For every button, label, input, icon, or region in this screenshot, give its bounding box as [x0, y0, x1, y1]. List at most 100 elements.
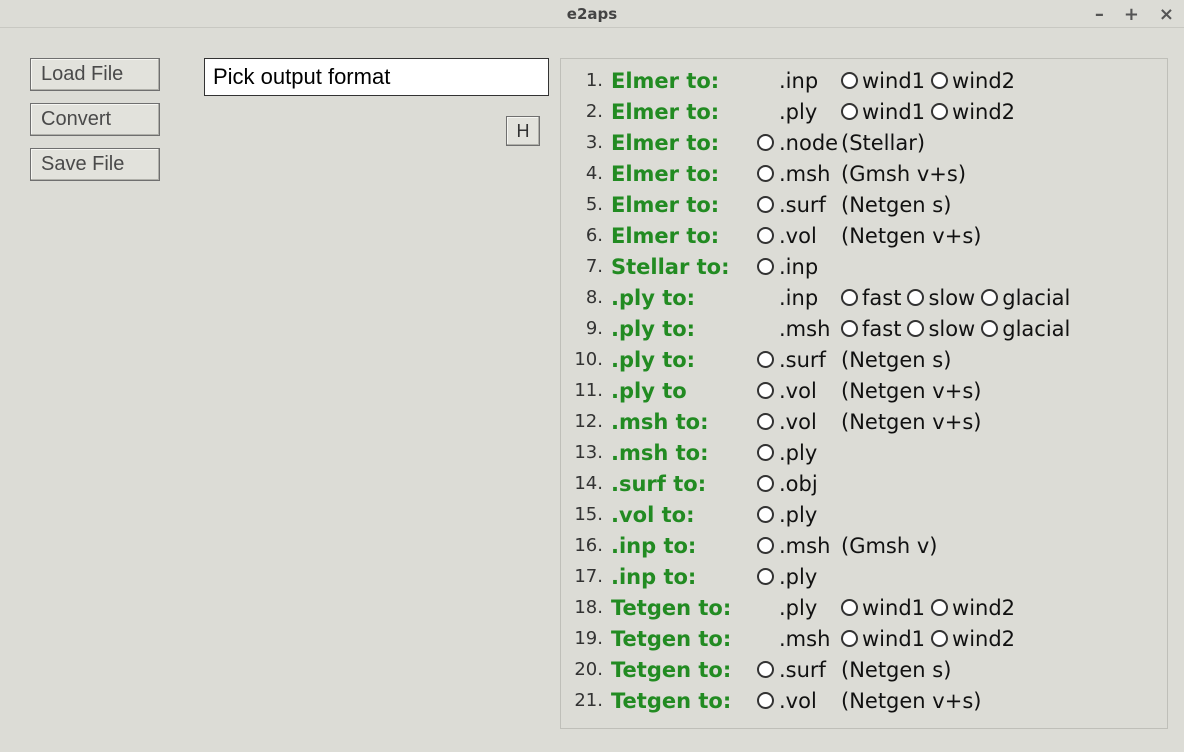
target-extension: .msh — [779, 627, 841, 651]
save-file-button[interactable]: Save File — [30, 148, 160, 181]
option-label: fast — [862, 317, 901, 341]
option-radio[interactable] — [931, 630, 948, 647]
format-description: (Netgen s) — [841, 658, 951, 682]
format-row: 14..surf to:.obj — [571, 468, 1157, 499]
row-radio-cell — [751, 568, 779, 585]
row-number: 3. — [571, 132, 611, 153]
load-file-button[interactable]: Load File — [30, 58, 160, 91]
source-format-label: Elmer to: — [611, 224, 751, 248]
target-extension: .surf — [779, 658, 841, 682]
option-radio[interactable] — [907, 320, 924, 337]
row-number: 20. — [571, 659, 611, 680]
format-row: 7.Stellar to:.inp — [571, 251, 1157, 282]
option-radio[interactable] — [841, 320, 858, 337]
maximize-icon[interactable]: + — [1124, 4, 1139, 25]
select-format-radio[interactable] — [757, 661, 774, 678]
select-format-radio[interactable] — [757, 165, 774, 182]
option-label: fast — [862, 286, 901, 310]
row-number: 1. — [571, 70, 611, 91]
option-radio[interactable] — [841, 103, 858, 120]
row-number: 15. — [571, 504, 611, 525]
source-format-label: .ply to — [611, 379, 751, 403]
option-radio[interactable] — [931, 103, 948, 120]
option-radio[interactable] — [841, 72, 858, 89]
option-wind2[interactable]: wind2 — [931, 596, 1015, 620]
option-glacial[interactable]: glacial — [981, 286, 1070, 310]
format-row: 18.Tetgen to:.plywind1wind2 — [571, 592, 1157, 623]
select-format-radio[interactable] — [757, 413, 774, 430]
option-radio[interactable] — [931, 599, 948, 616]
option-glacial[interactable]: glacial — [981, 317, 1070, 341]
option-wind1[interactable]: wind1 — [841, 69, 925, 93]
option-label: glacial — [1002, 286, 1070, 310]
select-format-radio[interactable] — [757, 382, 774, 399]
option-radio[interactable] — [981, 320, 998, 337]
source-format-label: Tetgen to: — [611, 627, 751, 651]
option-fast[interactable]: fast — [841, 317, 901, 341]
option-radio[interactable] — [981, 289, 998, 306]
row-radio-cell — [751, 382, 779, 399]
source-format-label: Elmer to: — [611, 69, 751, 93]
select-format-radio[interactable] — [757, 692, 774, 709]
select-format-radio[interactable] — [757, 196, 774, 213]
target-extension: .surf — [779, 348, 841, 372]
row-radio-cell — [751, 475, 779, 492]
option-slow[interactable]: slow — [907, 286, 975, 310]
select-format-radio[interactable] — [757, 351, 774, 368]
format-description: (Gmsh v+s) — [841, 162, 966, 186]
row-number: 10. — [571, 349, 611, 370]
option-radio[interactable] — [841, 289, 858, 306]
option-label: slow — [928, 286, 975, 310]
select-format-radio[interactable] — [757, 568, 774, 585]
option-radio[interactable] — [841, 630, 858, 647]
select-format-radio[interactable] — [757, 134, 774, 151]
option-wind2[interactable]: wind2 — [931, 627, 1015, 651]
option-label: wind1 — [862, 69, 925, 93]
format-row: 8..ply to:.inpfastslowglacial — [571, 282, 1157, 313]
row-number: 21. — [571, 690, 611, 711]
target-extension: .vol — [779, 410, 841, 434]
source-format-label: Tetgen to: — [611, 596, 751, 620]
close-icon[interactable]: × — [1159, 4, 1174, 25]
select-format-radio[interactable] — [757, 537, 774, 554]
output-format-input[interactable] — [204, 58, 549, 96]
option-radio[interactable] — [931, 72, 948, 89]
row-radio-cell — [751, 444, 779, 461]
option-wind2[interactable]: wind2 — [931, 69, 1015, 93]
select-format-radio[interactable] — [757, 506, 774, 523]
format-description: (Netgen v+s) — [841, 689, 981, 713]
select-format-radio[interactable] — [757, 475, 774, 492]
option-wind1[interactable]: wind1 — [841, 100, 925, 124]
minimize-icon[interactable]: – — [1095, 4, 1104, 25]
target-extension: .ply — [779, 441, 841, 465]
option-wind2[interactable]: wind2 — [931, 100, 1015, 124]
select-format-radio[interactable] — [757, 444, 774, 461]
format-row: 13..msh to:.ply — [571, 437, 1157, 468]
option-radio[interactable] — [907, 289, 924, 306]
option-label: wind2 — [952, 627, 1015, 651]
source-format-label: .inp to: — [611, 565, 751, 589]
option-wind1[interactable]: wind1 — [841, 596, 925, 620]
option-group: wind1wind2 — [841, 596, 1021, 620]
format-row: 20.Tetgen to:.surf(Netgen s) — [571, 654, 1157, 685]
option-radio[interactable] — [841, 599, 858, 616]
option-group: wind1 wind2 — [841, 100, 1021, 124]
target-extension: .inp — [779, 255, 841, 279]
format-row: 3.Elmer to:.node(Stellar) — [571, 127, 1157, 158]
source-format-label: .inp to: — [611, 534, 751, 558]
select-format-radio[interactable] — [757, 258, 774, 275]
format-row: 1.Elmer to:.inpwind1wind2 — [571, 65, 1157, 96]
row-radio-cell — [751, 134, 779, 151]
source-format-label: Elmer to: — [611, 193, 751, 217]
format-description: (Netgen v+s) — [841, 379, 981, 403]
source-format-label: Elmer to: — [611, 162, 751, 186]
option-label: wind2 — [952, 100, 1015, 124]
option-slow[interactable]: slow — [907, 317, 975, 341]
help-button[interactable]: H — [506, 116, 540, 146]
convert-button[interactable]: Convert — [30, 103, 160, 136]
option-fast[interactable]: fast — [841, 286, 901, 310]
action-buttons: Load File Convert Save File — [30, 58, 190, 729]
select-format-radio[interactable] — [757, 227, 774, 244]
option-wind1[interactable]: wind1 — [841, 627, 925, 651]
row-radio-cell — [751, 661, 779, 678]
